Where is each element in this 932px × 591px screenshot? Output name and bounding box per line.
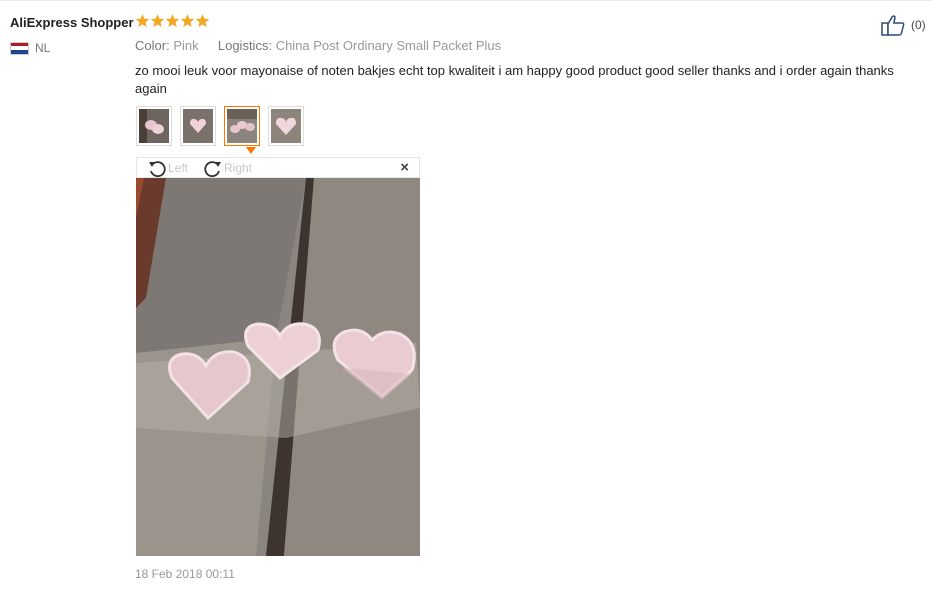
- review-photo[interactable]: [136, 178, 420, 556]
- color-value: Pink: [173, 38, 199, 53]
- like-count: (0): [911, 18, 926, 32]
- rotate-right-button[interactable]: Right: [203, 159, 252, 177]
- rotate-left-button[interactable]: Left: [147, 159, 188, 177]
- photo-thumbnail[interactable]: [180, 106, 216, 146]
- photo-viewer-toolbar: Left Right ×: [136, 157, 420, 178]
- close-icon[interactable]: ×: [400, 159, 409, 177]
- rotate-right-label: Right: [224, 161, 253, 175]
- thumbs-up-icon: [881, 15, 905, 36]
- logistics-value: China Post Ordinary Small Packet Plus: [275, 38, 502, 53]
- photo-thumbnail[interactable]: [224, 106, 260, 146]
- photo-thumbnail[interactable]: [268, 106, 304, 146]
- country-code: NL: [35, 41, 51, 55]
- logistics-label: Logistics:: [217, 38, 273, 53]
- review-text: zo mooi leuk voor mayonaise of noten bak…: [135, 63, 894, 96]
- helpful-button[interactable]: (0): [881, 14, 926, 36]
- reviewer-country: NL: [10, 41, 50, 55]
- star-icon: [150, 14, 165, 27]
- review-photo-image: [136, 178, 420, 556]
- photo-thumbnail[interactable]: [136, 106, 172, 146]
- order-info: Color: Pink Logistics: China Post Ordina…: [135, 38, 501, 53]
- star-rating: [135, 13, 210, 29]
- star-icon: [180, 14, 195, 27]
- top-divider: [0, 0, 932, 1]
- color-label: Color:: [135, 38, 170, 53]
- selected-thumbnail-pointer: [246, 147, 256, 154]
- review-date: 18 Feb 2018 00:11: [135, 567, 235, 581]
- rotate-left-icon: [149, 161, 166, 177]
- rotate-left-label: Left: [168, 161, 189, 175]
- photo-thumbnails: [136, 106, 304, 146]
- netherlands-flag-icon: [10, 41, 29, 55]
- rotate-right-icon: [204, 161, 221, 177]
- star-icon: [165, 14, 180, 27]
- star-icon: [195, 14, 210, 27]
- reviewer-name: AliExpress Shopper: [10, 15, 134, 30]
- star-icon: [135, 14, 150, 27]
